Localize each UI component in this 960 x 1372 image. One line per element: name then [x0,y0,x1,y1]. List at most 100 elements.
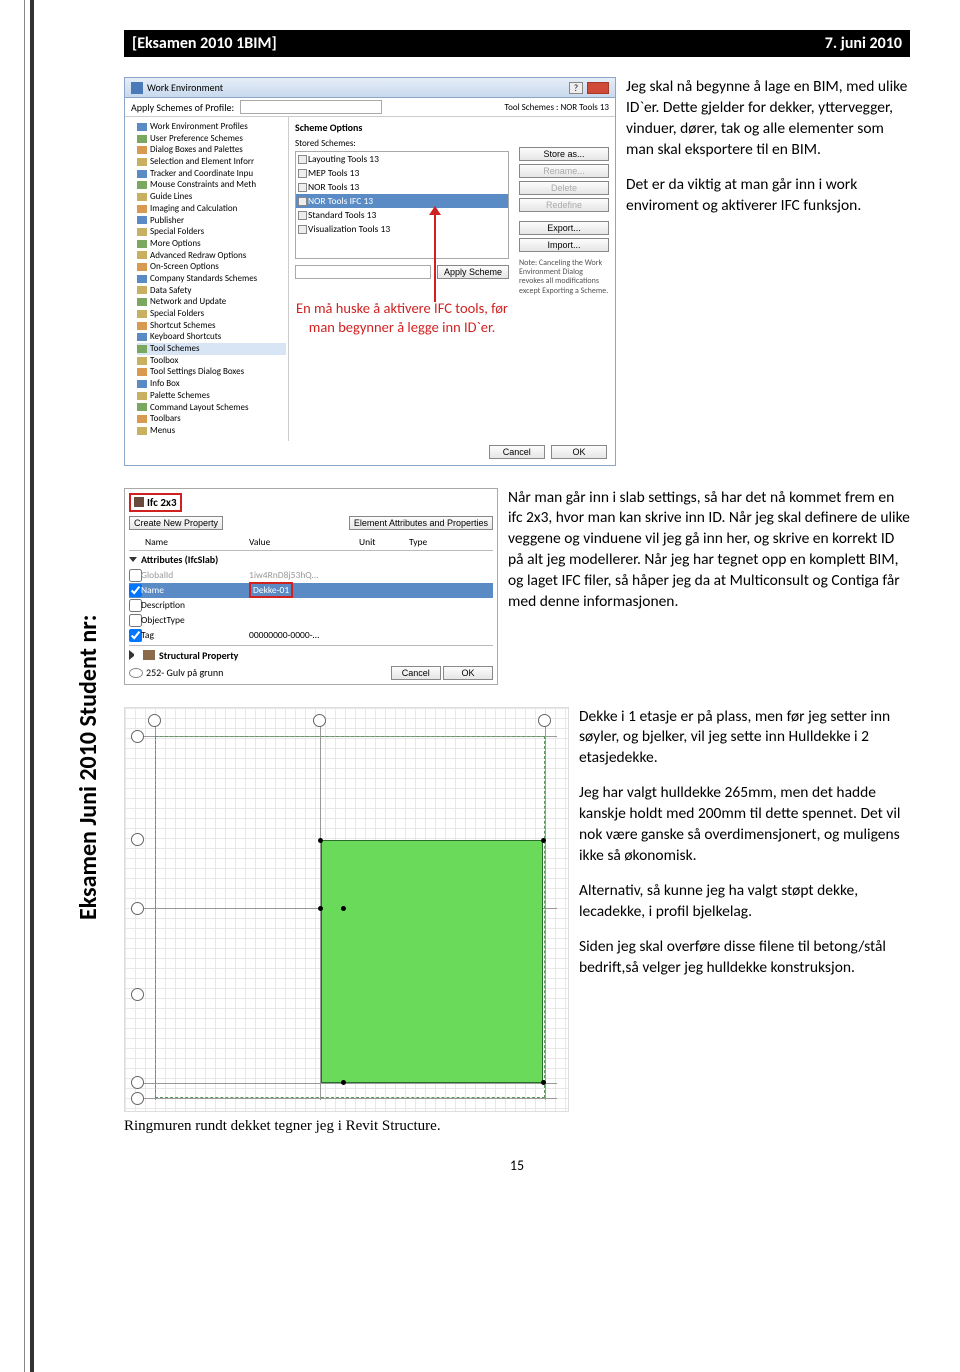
tree-item[interactable]: Special Folders [137,308,286,320]
tree-item[interactable]: User Preference Schemes [137,133,286,145]
tree-item[interactable]: Company Standards Schemes [137,273,286,285]
structural-property-row[interactable]: Structural Property [129,645,493,664]
tree-icon [137,181,147,189]
tree-label: Work Environment Profiles [150,121,248,133]
side-label: Eksamen Juni 2010 Student nr: [74,615,103,920]
redefine-button[interactable]: Redefine [519,198,609,212]
tree-panel[interactable]: Work Environment ProfilesUser Preference… [125,117,289,441]
tree-item[interactable]: Info Box [137,378,286,390]
header-left: [Eksamen 2010 1BIM] [132,34,277,53]
tree-icon [137,158,147,166]
tree-item[interactable]: Command Layout Schemes [137,402,286,414]
tree-item[interactable]: Mouse Constraints and Meth [137,179,286,191]
close-icon[interactable] [587,82,609,94]
tree-label: Company Standards Schemes [150,273,257,285]
delete-button[interactable]: Delete [519,181,609,195]
tree-label: More Options [150,238,201,250]
property-row[interactable]: GlobalId1iw4RnD8j53hQ… [129,568,493,583]
struct-icon [143,650,155,660]
scheme-item[interactable]: Standard Tools 13 [296,208,508,222]
tree-item[interactable]: Publisher [137,215,286,227]
tree-item[interactable]: Tool Schemes [137,343,286,355]
property-row[interactable]: NameDekke-01 [129,583,493,598]
tree-label: Network and Update [150,296,226,308]
scheme-item[interactable]: NOR Tools 13 [296,180,508,194]
tree-label: Selection and Element Inforr [150,156,254,168]
tree-icon [137,368,147,376]
property-name: GlobalId [141,569,249,582]
tree-item[interactable]: Advanced Redraw Options [137,250,286,262]
tree-item[interactable]: On-Screen Options [137,261,286,273]
element-attributes-button[interactable]: Element Attributes and Properties [349,516,493,530]
tree-icon [137,251,147,259]
tree-icon [137,403,147,411]
tree-label: Publisher [150,215,184,227]
store-button[interactable]: Store as... [519,147,609,161]
import-button[interactable]: Import... [519,238,609,252]
tree-item[interactable]: Toolbox [137,355,286,367]
tree-item[interactable]: Menus [137,425,286,437]
scheme-options-label: Scheme Options [295,121,509,134]
property-value: 00000000-0000-… [249,629,389,642]
tree-label: Special Folders [150,226,204,238]
tree-label: Dialog Boxes and Palettes [150,144,243,156]
schemes-list[interactable]: Layouting Tools 13MEP Tools 13NOR Tools … [295,151,509,259]
property-value: 1iw4RnD8j53hQ… [249,569,389,582]
tree-item[interactable]: Guide Lines [137,191,286,203]
section3-p1: Dekke i 1 etasje er på plass, men før je… [579,707,910,770]
tree-item[interactable]: Data Safety [137,285,286,297]
scheme-item[interactable]: Layouting Tools 13 [296,152,508,166]
property-value [249,599,389,612]
apply-scheme-input[interactable] [295,265,431,279]
scheme-item[interactable]: NOR Tools IFC 13 [296,194,508,208]
tree-label: Special Folders [150,308,204,320]
rename-button[interactable]: Rename... [519,164,609,178]
tree-item[interactable]: Selection and Element Inforr [137,156,286,168]
tree-label: User Preference Schemes [150,133,243,145]
tree-item[interactable]: More Options [137,238,286,250]
tree-label: Info Box [150,378,180,390]
tree-item[interactable]: Imaging and Calculation [137,203,286,215]
tree-icon [137,123,147,131]
attributes-group[interactable]: Attributes (IfcSlab) [129,553,493,566]
help-icon[interactable]: ? [569,82,583,94]
tree-label: Tool Settings Dialog Boxes [150,366,244,378]
ok-button-2[interactable]: OK [443,666,493,680]
tree-item[interactable]: Toolbars [137,413,286,425]
tree-item[interactable]: Shortcut Schemes [137,320,286,332]
tree-label: Shortcut Schemes [150,320,216,332]
tree-item[interactable]: Tracker and Coordinate Inpu [137,168,286,180]
tree-label: Palette Schemes [150,390,210,402]
window-icon [131,82,143,94]
property-row[interactable]: Description [129,598,493,613]
export-button[interactable]: Export... [519,221,609,235]
tree-item[interactable]: Dialog Boxes and Palettes [137,144,286,156]
tree-item[interactable]: Work Environment Profiles [137,121,286,133]
tree-icon [137,240,147,248]
apply-scheme-button[interactable]: Apply Scheme [437,265,509,279]
tool-schemes-label: Tool Schemes : NOR Tools 13 [504,102,609,113]
property-name: Description [141,599,249,612]
property-row[interactable]: Tag00000000-0000-… [129,628,493,643]
cancel-button[interactable]: Cancel [489,445,545,459]
tree-label: Keyboard Shortcuts [150,331,221,343]
create-property-button[interactable]: Create New Property [129,516,223,530]
column-headers: NameValueUnitType [129,534,493,551]
tree-icon [137,357,147,365]
ok-button[interactable]: OK [551,445,607,459]
red-arrow-icon [428,207,442,302]
section3-p2: Jeg har valgt hulldekke 265mm, men det h… [579,783,910,867]
tree-item[interactable]: Palette Schemes [137,390,286,402]
scheme-item[interactable]: Visualization Tools 13 [296,222,508,236]
tree-item[interactable]: Network and Update [137,296,286,308]
tree-item[interactable]: Special Folders [137,226,286,238]
collapse-icon [129,650,139,660]
apply-profile-input[interactable] [240,100,382,114]
tree-item[interactable]: Keyboard Shortcuts [137,331,286,343]
tree-icon [137,263,147,271]
tree-label: Menus [150,425,175,437]
scheme-item[interactable]: MEP Tools 13 [296,166,508,180]
cancel-button-2[interactable]: Cancel [391,666,441,680]
tree-item[interactable]: Tool Settings Dialog Boxes [137,366,286,378]
property-row[interactable]: ObjectType [129,613,493,628]
